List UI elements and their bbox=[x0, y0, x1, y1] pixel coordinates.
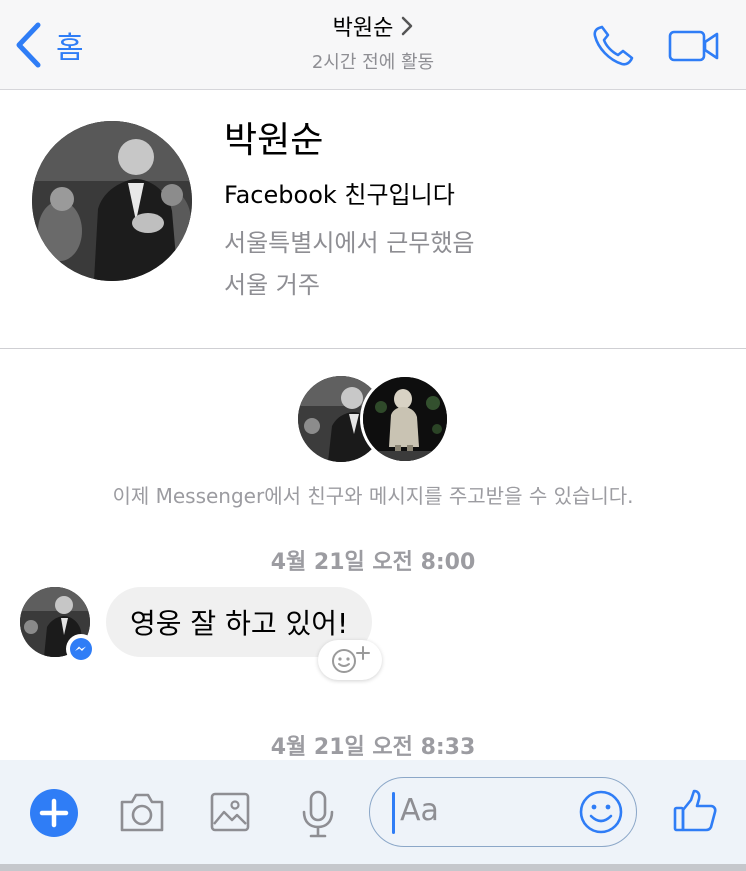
keyboard-edge bbox=[0, 864, 746, 871]
thumbs-up-icon bbox=[673, 789, 717, 832]
message-composer: Aa bbox=[0, 760, 746, 871]
more-actions-button[interactable] bbox=[30, 789, 78, 841]
image-icon bbox=[210, 792, 250, 832]
message-timestamp: 4월 21일 오전 8:33 bbox=[270, 735, 476, 760]
messenger-icon bbox=[70, 638, 92, 660]
location-info: 서울 거주 bbox=[224, 271, 320, 299]
title-row: 박원순 bbox=[333, 10, 414, 42]
chevron-right-icon bbox=[402, 16, 413, 36]
add-reaction-button[interactable] bbox=[318, 640, 382, 680]
connection-notice: 이제 Messenger에서 친구와 메시지를 주고받을 수 있습니다. bbox=[112, 484, 634, 508]
message-timestamp: 4월 21일 오전 8:00 bbox=[270, 550, 476, 575]
message-input[interactable]: Aa bbox=[369, 777, 637, 847]
navigation-bar: 홈 박원순 2시간 전에 활동 bbox=[0, 0, 746, 90]
profile-header: 박원순 Facebook 친구입니다 서울특별시에서 근무했음 서울 거주 bbox=[0, 91, 746, 349]
work-info: 서울특별시에서 근무했음 bbox=[224, 229, 475, 257]
plus-icon bbox=[30, 789, 78, 837]
video-camera-icon bbox=[668, 30, 719, 62]
camera-icon bbox=[120, 793, 164, 832]
microphone-icon bbox=[302, 790, 334, 838]
add-reaction-icon bbox=[332, 646, 370, 673]
profile-name: 박원순 bbox=[224, 120, 324, 161]
messenger-badge bbox=[66, 634, 96, 664]
camera-button[interactable] bbox=[118, 790, 166, 838]
profile-photo bbox=[32, 121, 192, 281]
messenger-chat-screen: 홈 박원순 2시간 전에 활동 박원순 Facebook 친구입니다 서울특별시… bbox=[0, 0, 746, 871]
profile-avatar[interactable] bbox=[32, 121, 192, 281]
message-input-placeholder: Aa bbox=[400, 793, 439, 828]
voice-call-button[interactable] bbox=[591, 24, 637, 72]
emoji-button[interactable] bbox=[579, 790, 623, 838]
like-button[interactable] bbox=[672, 788, 718, 838]
video-call-button[interactable] bbox=[668, 30, 720, 66]
connected-avatars bbox=[298, 374, 453, 464]
voice-message-button[interactable] bbox=[301, 790, 335, 842]
smiley-icon bbox=[579, 790, 623, 834]
gallery-button[interactable] bbox=[210, 792, 250, 836]
friend-status: Facebook 친구입니다 bbox=[224, 181, 455, 209]
phone-icon bbox=[593, 25, 634, 66]
text-cursor bbox=[392, 792, 395, 834]
my-avatar bbox=[360, 374, 450, 464]
conversation-title: 박원순 bbox=[332, 16, 394, 41]
